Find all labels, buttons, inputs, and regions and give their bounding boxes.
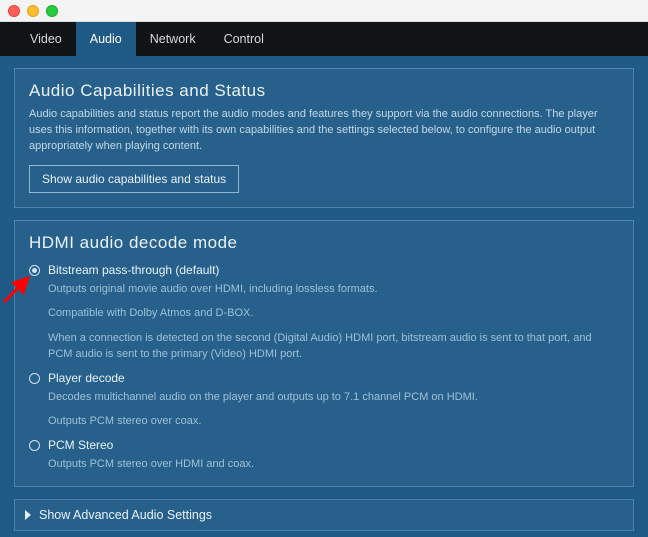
decode-radio-sub: When a connection is detected on the sec… xyxy=(48,330,619,363)
window-zoom-button[interactable] xyxy=(46,5,58,17)
decode-radio-1[interactable] xyxy=(29,373,40,384)
decode-radio-sub: Outputs PCM stereo over coax. xyxy=(48,413,619,430)
tab-network[interactable]: Network xyxy=(136,22,210,56)
decode-radio-label: PCM Stereo xyxy=(48,438,113,452)
decode-radio-sub: Compatible with Dolby Atmos and D-BOX. xyxy=(48,305,619,322)
tab-control[interactable]: Control xyxy=(210,22,278,56)
decode-radio-2[interactable] xyxy=(29,440,40,451)
panel-title: HDMI audio decode mode xyxy=(29,233,619,253)
decode-radio-label: Bitstream pass-through (default) xyxy=(48,263,219,277)
hdmi-decode-panel: HDMI audio decode mode Bitstream pass-th… xyxy=(14,220,634,488)
window-titlebar xyxy=(0,0,648,22)
advanced-audio-label: Show Advanced Audio Settings xyxy=(39,508,212,522)
show-capabilities-button[interactable]: Show audio capabilities and status xyxy=(29,165,239,193)
decode-radio-sub: Outputs PCM stereo over HDMI and coax. xyxy=(48,456,619,473)
window-close-button[interactable] xyxy=(8,5,20,17)
audio-capabilities-panel: Audio Capabilities and Status Audio capa… xyxy=(14,68,634,208)
tab-video[interactable]: Video xyxy=(16,22,76,56)
decode-radio-sub: Decodes multichannel audio on the player… xyxy=(48,389,619,406)
tab-audio[interactable]: Audio xyxy=(76,22,136,56)
panel-description: Audio capabilities and status report the… xyxy=(29,107,619,155)
tab-bar: VideoAudioNetworkControl xyxy=(0,22,648,56)
panel-title: Audio Capabilities and Status xyxy=(29,81,619,101)
window-minimize-button[interactable] xyxy=(27,5,39,17)
decode-radio-label: Player decode xyxy=(48,371,125,385)
decode-radio-sub: Outputs original movie audio over HDMI, … xyxy=(48,281,619,298)
chevron-right-icon xyxy=(25,510,31,520)
decode-radio-0[interactable] xyxy=(29,265,40,276)
advanced-audio-expander[interactable]: Show Advanced Audio Settings xyxy=(14,499,634,531)
